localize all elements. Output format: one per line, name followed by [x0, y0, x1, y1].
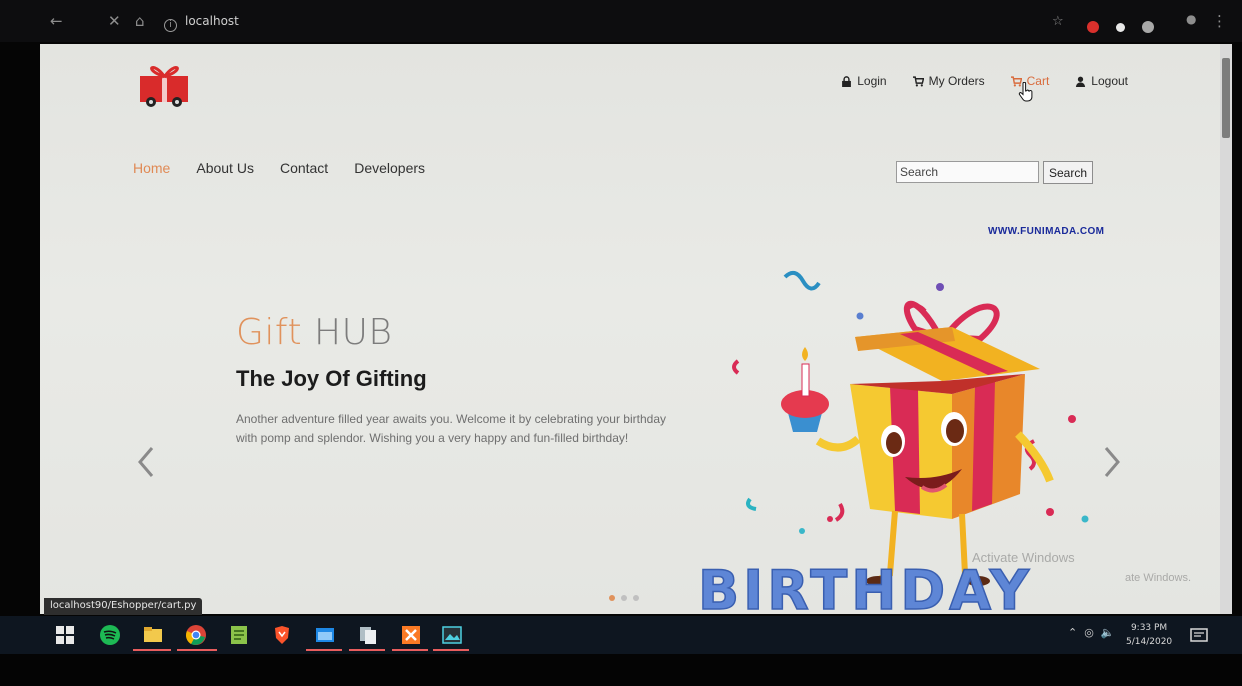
slide-brand: Gift HUB: [236, 312, 393, 353]
documents-icon[interactable]: [357, 624, 379, 646]
stop-icon[interactable]: ✕: [108, 12, 121, 30]
main-nav: Home About Us Contact Developers: [133, 160, 425, 176]
screen-bezel: [0, 654, 1242, 686]
activate-windows-sub: ate Windows.: [1125, 572, 1192, 584]
windows-taskbar: ⌃ ◎ 🔈 9:33 PM 5/14/2020: [0, 616, 1242, 654]
top-links: Login My Orders Cart Logout: [841, 74, 1128, 88]
nav-home[interactable]: Home: [133, 160, 170, 176]
clock-time: 9:33 PM: [1130, 623, 1168, 633]
page-scrollbar[interactable]: [1220, 44, 1232, 614]
image-editor-icon[interactable]: [441, 624, 463, 646]
extension-icon[interactable]: [1142, 21, 1154, 33]
slide-indicators: [609, 595, 639, 601]
slide-dot-3[interactable]: [633, 595, 639, 601]
activate-windows-title: Activate Windows: [972, 550, 1075, 565]
nav-about-us[interactable]: About Us: [196, 160, 254, 176]
my-orders-link[interactable]: My Orders: [912, 74, 985, 88]
address-url: localhost: [185, 14, 239, 28]
brand-gift: Gift: [236, 312, 303, 353]
user-icon: [1076, 76, 1086, 87]
active-app-indicator: [392, 649, 428, 651]
browser-toolbar: ← ✕ ⌂ i localhost ☆ ● ⋮: [0, 0, 1242, 42]
chrome-icon[interactable]: [185, 624, 207, 646]
scrollbar-thumb[interactable]: [1222, 58, 1230, 138]
active-app-indicator: [177, 649, 217, 651]
back-icon[interactable]: ←: [50, 12, 63, 30]
notepad-icon[interactable]: [228, 624, 250, 646]
address-bar[interactable]: i localhost: [164, 14, 364, 34]
menu-icon[interactable]: ⋮: [1212, 12, 1227, 30]
web-page: Login My Orders Cart Logout Home About U…: [40, 44, 1220, 614]
active-app-indicator: [349, 649, 385, 651]
search-form: Search: [896, 161, 1094, 184]
login-label: Login: [857, 74, 887, 88]
taskbar-clock[interactable]: 9:33 PM 5/14/2020: [1126, 621, 1172, 649]
logout-link[interactable]: Logout: [1075, 74, 1128, 88]
status-bar-url: localhost90/Eshopper/cart.py: [44, 598, 203, 615]
active-app-indicator: [306, 649, 342, 651]
lock-icon: [842, 75, 852, 87]
file-explorer-icon[interactable]: [142, 624, 164, 646]
search-input[interactable]: [896, 161, 1039, 183]
slide-dot-2[interactable]: [621, 595, 627, 601]
image-watermark: WWW.FUNIMADA.COM: [988, 226, 1105, 237]
home-icon[interactable]: ⌂: [135, 12, 145, 30]
clock-date: 5/14/2020: [1126, 637, 1173, 647]
profile-icon[interactable]: ●: [1186, 12, 1196, 26]
cart-icon: [912, 75, 924, 86]
system-tray[interactable]: ⌃ ◎ 🔈: [1068, 626, 1115, 639]
brave-icon[interactable]: [271, 624, 293, 646]
app-window-icon[interactable]: [314, 624, 336, 646]
birthday-lettering: BIRTHDAY: [698, 559, 1033, 614]
slide-subtitle: The Joy Of Gifting: [236, 366, 427, 391]
active-app-indicator: [433, 649, 469, 651]
logout-label: Logout: [1091, 74, 1128, 88]
active-app-indicator: [133, 649, 171, 651]
spotify-icon[interactable]: [99, 624, 121, 646]
gift-truck-logo[interactable]: [136, 62, 192, 110]
star-icon[interactable]: ☆: [1052, 14, 1064, 29]
brand-hub: HUB: [314, 312, 393, 353]
my-orders-label: My Orders: [928, 74, 985, 88]
slide-description: Another adventure filled year awaits you…: [236, 412, 667, 445]
extension-icon[interactable]: [1087, 21, 1099, 33]
nav-developers[interactable]: Developers: [354, 160, 425, 176]
info-icon[interactable]: i: [164, 19, 177, 32]
extension-icon[interactable]: [1116, 23, 1125, 32]
windows-start-icon[interactable]: [56, 626, 74, 644]
notifications-icon[interactable]: [1190, 627, 1208, 645]
hand-cursor-icon: [1018, 82, 1033, 102]
login-link[interactable]: Login: [841, 74, 887, 88]
xampp-icon[interactable]: [400, 624, 422, 646]
slide-dot-1[interactable]: [609, 595, 615, 601]
search-button[interactable]: Search: [1043, 161, 1094, 184]
nav-contact[interactable]: Contact: [280, 160, 328, 176]
chevron-left-icon[interactable]: [134, 444, 158, 480]
